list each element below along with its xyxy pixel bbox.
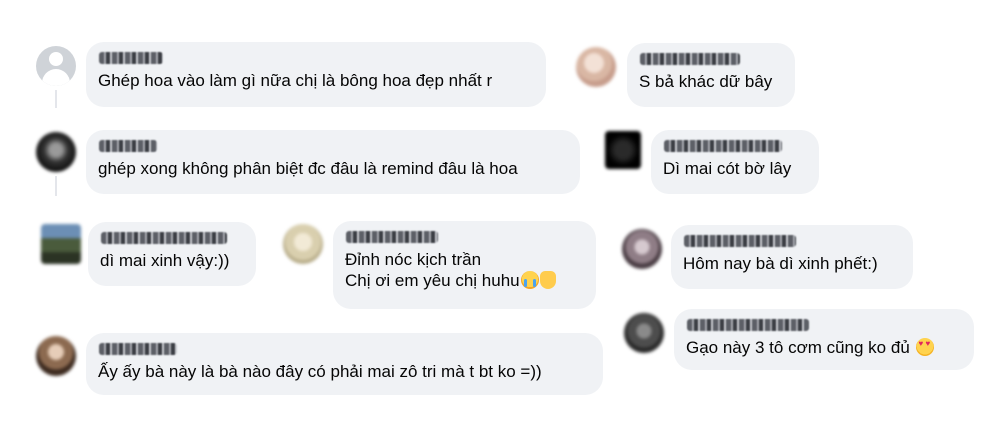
commenter-avatar[interactable]: [283, 224, 323, 264]
reply-thread-line: [55, 90, 57, 108]
commenter-name-redacted[interactable]: [687, 319, 809, 331]
comment-text: Ghép hoa vào làm gì nữa chị là bông hoa …: [98, 71, 493, 90]
comment-text: Ấy ấy bà này là bà nào đây có phải mai z…: [98, 362, 542, 381]
commenter-avatar[interactable]: [576, 47, 616, 87]
commenter-name-redacted[interactable]: [99, 52, 163, 64]
comment-text: Dì mai cót bờ lây: [663, 159, 792, 178]
comment-bubble: Dì mai cót bờ lây: [651, 130, 819, 194]
comment-bubble: dì mai xinh vậy:)): [88, 222, 256, 286]
comment-bubble: Hôm nay bà dì xinh phết:): [671, 225, 913, 289]
comment-text: dì mai xinh vậy:)): [100, 251, 230, 270]
commenter-name-redacted[interactable]: [101, 232, 227, 244]
comment-text: ghép xong không phân biệt đc đâu là remi…: [98, 159, 518, 178]
commenter-avatar[interactable]: [36, 336, 76, 376]
comment-bubble: ghép xong không phân biệt đc đâu là remi…: [86, 130, 580, 194]
comment-text-words: Gạo này 3 tô cơm cũng ko đủ: [686, 338, 910, 357]
commenter-avatar[interactable]: [36, 132, 76, 172]
comment-text: Hôm nay bà dì xinh phết:): [683, 254, 878, 273]
commenter-name-redacted[interactable]: [684, 235, 796, 247]
smiling-face-with-heart-eyes-emoji-icon: [915, 338, 934, 356]
reply-thread-line: [55, 176, 57, 196]
commenter-name-redacted[interactable]: [640, 53, 740, 65]
commenter-avatar[interactable]: [622, 229, 662, 269]
comment-bubble: Ghép hoa vào làm gì nữa chị là bông hoa …: [86, 42, 546, 107]
comment-text: S bả khác dữ bây: [639, 72, 773, 91]
loudly-crying-face-emoji-icon: [520, 271, 539, 289]
commenter-name-redacted[interactable]: [99, 343, 177, 355]
comment-bubble: Ấy ấy bà này là bà nào đây có phải mai z…: [86, 333, 603, 395]
comment-text-line-2-words: Chị ơi em yêu chị huhu: [345, 271, 520, 290]
comment-text-line-1: Đỉnh nóc kịch trần: [345, 250, 482, 269]
default-avatar-icon[interactable]: [36, 46, 76, 86]
commenter-name-redacted[interactable]: [664, 140, 782, 152]
comment-bubble: Đỉnh nóc kịch trần Chị ơi em yêu chị huh…: [333, 221, 596, 309]
commenter-name-redacted[interactable]: [346, 231, 438, 243]
comment-bubble: S bả khác dữ bây: [627, 43, 795, 107]
avatar-head-shape: [49, 52, 63, 66]
avatar-body-shape: [42, 69, 70, 86]
comment-bubble: Gạo này 3 tô cơm cũng ko đủ: [674, 309, 974, 370]
heart-hands-emoji-icon: [539, 271, 556, 289]
commenter-avatar[interactable]: [624, 313, 664, 353]
comment-text: Gạo này 3 tô cơm cũng ko đủ: [686, 337, 962, 358]
comment-text-line-2: Chị ơi em yêu chị huhu: [345, 270, 584, 291]
commenter-avatar[interactable]: [605, 131, 641, 169]
commenter-avatar[interactable]: [41, 224, 81, 264]
commenter-name-redacted[interactable]: [99, 140, 157, 152]
